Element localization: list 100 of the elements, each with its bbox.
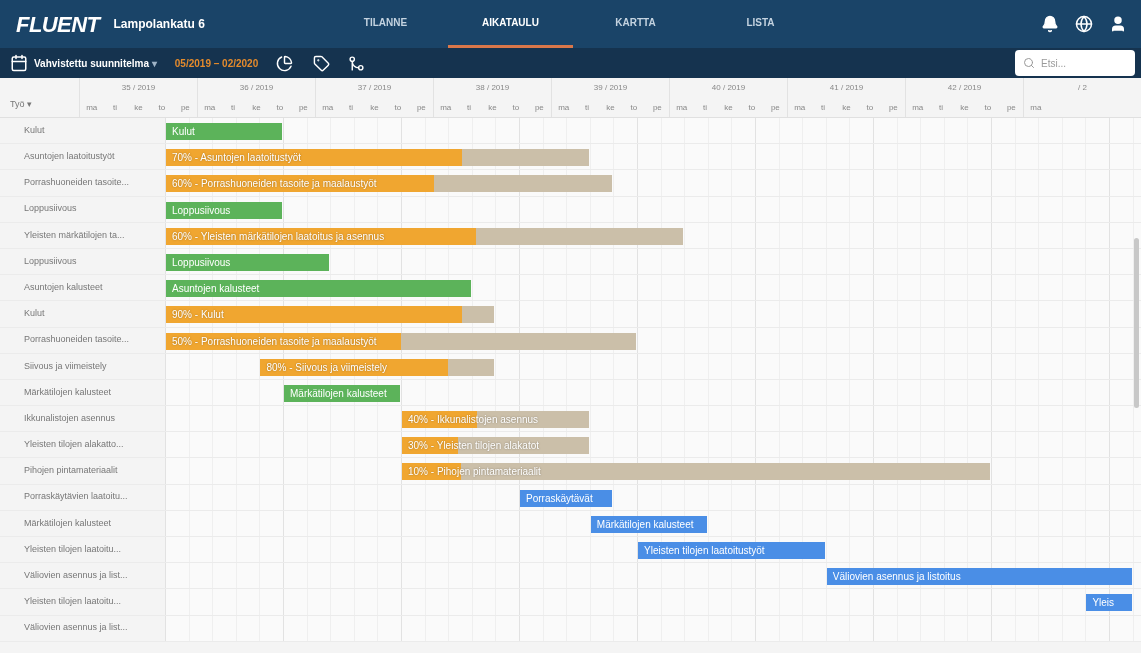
day-label: ti [348,102,355,114]
day-label: ke [959,102,970,114]
day-label: ti [938,102,945,114]
bar-label: 80% - Siivous ja viimeistely [265,360,388,375]
gantt-bar[interactable]: Märkätilojen kalusteet [284,384,400,402]
task-name[interactable]: Ikkunalistojen asennus [24,411,116,426]
week-label: / 2 [1077,82,1088,94]
task-name[interactable]: Väliovien asennus ja list... [24,621,128,635]
gantt-bar[interactable]: Loppusiivous [166,253,330,271]
gantt-bar[interactable]: Asuntojen kalusteet [166,280,471,298]
week-label: 39 / 2019 [592,82,629,94]
day-label: to [393,102,403,114]
gantt-bar[interactable]: Yleis [1086,594,1132,612]
task-name[interactable]: Porrashuoneiden tasoite... [24,333,130,347]
day-label: ti [584,102,591,114]
day-label: ma [911,102,925,114]
gantt-bar[interactable]: Märkätilojen kalusteet [590,515,707,533]
day-label: pe [297,102,309,114]
day-label: to [511,102,521,114]
task-name[interactable]: Yleisten tilojen alakatto... [24,438,124,452]
tag-icon[interactable] [313,54,331,72]
task-name[interactable]: Yleisten tilojen laatoitu... [24,595,122,609]
day-label: ma [793,102,807,114]
day-label: to [865,102,875,114]
plan-dropdown[interactable]: Vahvistettu suunnitelma ▾ [34,55,157,71]
day-label: ma [675,102,689,114]
scrollbar[interactable] [1134,238,1139,408]
day-label: pe [179,102,191,114]
gantt-bar[interactable]: Yleisten tilojen laatoitustyöt [638,542,825,559]
gantt-bar[interactable]: Loppusiivous [166,201,282,219]
pie-chart-icon[interactable] [276,54,294,72]
day-label: ti [820,102,827,114]
nav-tab[interactable]: KARTTA [573,0,698,48]
task-name[interactable]: Kulut [24,307,45,321]
week-label: 37 / 2019 [356,82,393,94]
day-label: ke [251,102,262,114]
week-label: 41 / 2019 [828,82,865,94]
task-name[interactable]: Porraskäytävien laatoitu... [24,490,128,504]
day-label: ma [557,102,571,114]
task-name[interactable]: Asuntojen laatoitustyöt [24,150,115,164]
day-label: ke [605,102,616,114]
day-label: pe [651,102,663,114]
day-label: ti [702,102,709,114]
day-label: to [629,102,639,114]
task-name[interactable]: Yleisten tilojen laatoitu... [24,542,122,557]
column-header[interactable]: Työ ▾ [10,97,32,111]
task-name[interactable]: Siivous ja viimeistely [24,359,107,374]
day-label: pe [1005,102,1017,114]
task-name[interactable]: Märkätilojen kalusteet [24,516,112,531]
gantt-bar[interactable]: Kulut [166,123,282,140]
bar-label: 90% - Kulut [171,308,225,323]
bar-label: 50% - Porrashuoneiden tasoite ja maalaustyöt [171,334,378,349]
day-label: ti [230,102,237,114]
week-label: 40 / 2019 [710,82,747,94]
day-label: pe [533,102,545,114]
logo[interactable]: FLUENT [16,7,100,41]
day-label: ma [1029,102,1043,114]
bar-label: 60% - Yleisten märkätilojen laatoitus ja asennus [171,229,386,244]
task-name[interactable]: Asuntojen kalusteet [24,280,103,295]
day-label: ti [466,102,473,114]
bar-label: 60% - Porrashuoneiden tasoite ja maalaustyöt [171,177,378,192]
search-field[interactable]: Etsi... [1015,50,1135,77]
merge-icon[interactable] [348,54,366,72]
task-name[interactable]: Pihojen pintamateriaalit [24,464,118,478]
task-name[interactable]: Märkätilojen kalusteet [24,385,112,400]
day-label: to [747,102,757,114]
gantt-bar[interactable]: Väliovien asennus ja listoitus [826,568,1132,586]
day-label: ke [133,102,144,114]
gantt-bar[interactable]: Porraskäytävät [520,489,613,507]
task-name[interactable]: Porrashuoneiden tasoite... [24,176,130,190]
day-label: to [157,102,167,114]
day-label: to [983,102,993,114]
day-label: ke [369,102,380,114]
week-label: 36 / 2019 [238,82,275,94]
nav-tab[interactable]: TILANNE [323,0,448,48]
project-name: Lampolankatu 6 [113,16,205,33]
user-icon[interactable] [1109,15,1127,33]
day-label: ke [841,102,852,114]
day-label: ti [112,102,119,114]
notification-icon[interactable] [1041,15,1059,33]
task-name[interactable]: Loppusiivous [24,202,77,216]
day-label: pe [769,102,781,114]
globe-icon[interactable] [1075,15,1093,33]
nav-tab[interactable]: LISTA [698,0,823,48]
task-name[interactable]: Kulut [24,123,45,138]
day-label: ma [203,102,217,114]
task-name[interactable]: Yleisten märkätilojen ta... [24,228,125,243]
task-name[interactable]: Väliovien asennus ja list... [24,569,128,583]
week-label: 42 / 2019 [946,82,983,94]
day-label: pe [887,102,899,114]
date-range[interactable]: 05/2019 – 02/2020 [174,55,259,71]
search-icon [1023,56,1035,69]
task-name[interactable]: Loppusiivous [24,254,77,269]
bar-label: 70% - Asuntojen laatoitustyöt [171,151,302,166]
day-label: to [275,102,285,114]
day-label: ma [85,102,99,114]
day-label: ke [487,102,498,114]
week-label: 35 / 2019 [120,82,157,94]
calendar-icon[interactable] [10,54,28,72]
day-label: ke [723,102,734,114]
